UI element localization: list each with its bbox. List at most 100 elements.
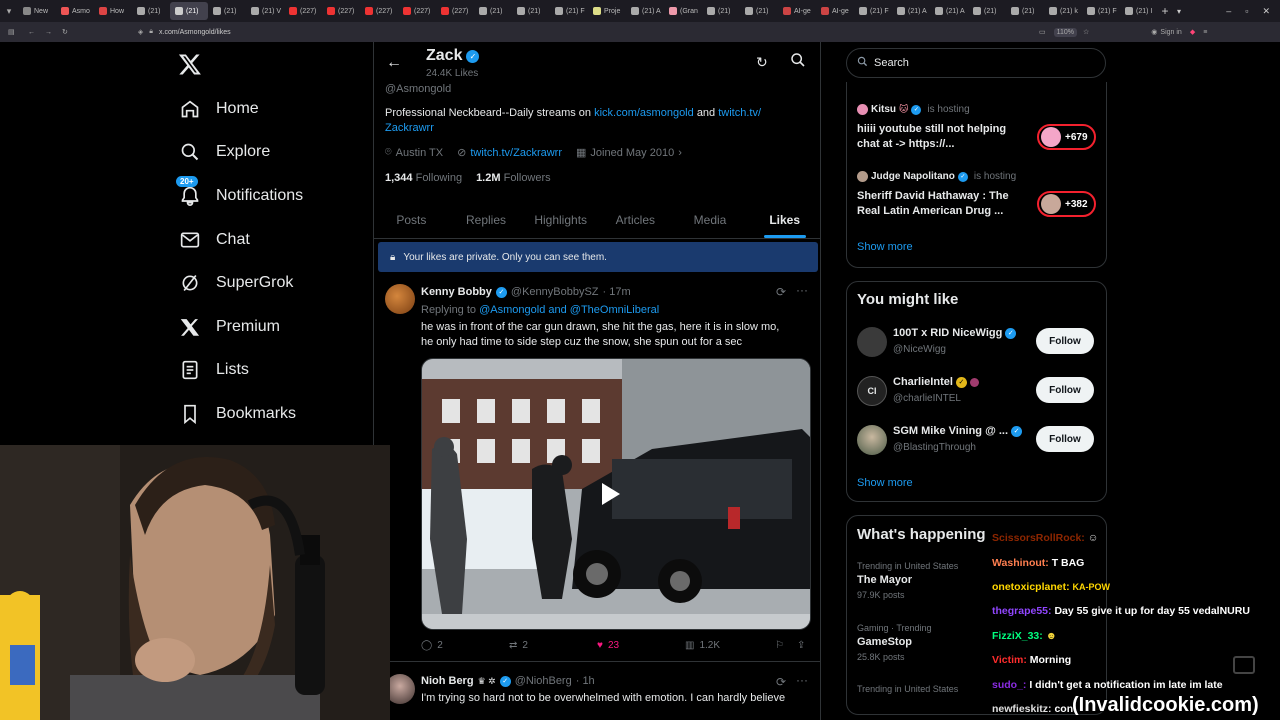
minimize-icon[interactable]: – — [1226, 6, 1231, 17]
nav-notifications[interactable]: 20+ Notifications — [176, 176, 303, 211]
url-field[interactable]: x.com/Asmongold/likes — [159, 29, 1039, 36]
browser-tab[interactable]: (21) F — [1082, 2, 1120, 20]
search-input[interactable]: Search — [846, 48, 1106, 78]
forward-icon[interactable]: → — [45, 29, 52, 36]
tweet-card[interactable]: Nioh Berg ♛ ✲ ✓ @NiohBerg · 1h ⟳ ··· I'm… — [374, 666, 820, 720]
trend-item[interactable]: Gaming · Trending GameStop 25.8K posts — [857, 623, 997, 662]
space-host-name[interactable]: Judge Napolitano — [871, 171, 955, 182]
browser-tab[interactable]: (21) I — [1120, 2, 1158, 20]
nav-premium[interactable]: Premium — [180, 312, 280, 342]
views-button[interactable]: ▥ 1.2K — [685, 640, 720, 651]
trend-item[interactable]: Trending in United States The Mayor 97.9… — [857, 561, 997, 600]
x-logo-icon[interactable] — [178, 52, 204, 78]
browser-tab[interactable]: (21) — [208, 2, 246, 20]
tweet-video[interactable] — [421, 358, 811, 630]
tweet-card[interactable]: Kenny Bobby ✓ @KennyBobbySZ · 17m ⟳ ··· … — [374, 276, 820, 662]
bookmark-star-icon[interactable]: ☆ — [1083, 28, 1089, 36]
browser-tab[interactable]: (21) k — [1044, 2, 1082, 20]
maximize-icon[interactable]: ▫ — [1245, 6, 1248, 17]
tab-replies[interactable]: Replies — [449, 202, 524, 238]
nav-bookmarks[interactable]: Bookmarks — [180, 399, 296, 429]
tweet-author-name[interactable]: Nioh Berg — [421, 675, 474, 687]
suggested-user-name[interactable]: 100T x RID NiceWigg — [893, 327, 1002, 339]
tab-highlights[interactable]: Highlights — [523, 202, 598, 238]
reply-button[interactable]: ◯ 2 — [421, 640, 443, 651]
trend-item[interactable]: Trending in United States — [857, 684, 997, 694]
close-window-icon[interactable]: ✕ — [1262, 6, 1270, 17]
browser-tab[interactable]: (21) F — [854, 2, 892, 20]
spaces-show-more[interactable]: Show more — [857, 241, 913, 253]
reader-icon[interactable]: ▭ — [1039, 28, 1046, 36]
account-icon[interactable]: ◉ — [1151, 28, 1157, 36]
suggested-user-name[interactable]: CharlieIntel — [893, 376, 953, 388]
profile-website[interactable]: twitch.tv/Zackrawrr — [470, 147, 562, 159]
following-stat[interactable]: 1,344 Following — [385, 172, 462, 184]
bookmark-tweet-icon[interactable]: ⚐ — [775, 640, 784, 651]
suggested-user-avatar[interactable] — [857, 327, 887, 357]
shield-icon[interactable]: ◈ — [138, 28, 143, 36]
browser-tab[interactable]: New — [18, 2, 56, 20]
sidebar-toggle-icon[interactable]: ▤ — [8, 28, 18, 36]
browser-tab[interactable]: (21) A — [930, 2, 968, 20]
browser-tab[interactable]: (21) — [740, 2, 778, 20]
grok-tweet-icon[interactable]: ⟳ — [776, 675, 786, 689]
who-to-follow-show-more[interactable]: Show more — [857, 477, 913, 489]
like-button[interactable]: ♥ 23 — [597, 640, 619, 651]
tweet-author-handle[interactable]: @KennyBobbySZ — [511, 286, 599, 298]
browser-tab[interactable]: (Gran — [664, 2, 702, 20]
tab-media[interactable]: Media — [673, 202, 748, 238]
chevron-right-icon[interactable]: › — [678, 147, 682, 159]
nav-chat[interactable]: Chat — [180, 225, 250, 255]
bio-link-twitch-cont[interactable]: Zackrawrr — [385, 122, 434, 134]
extension-icon[interactable]: ◆ — [1190, 28, 1195, 36]
more-icon[interactable]: ··· — [796, 283, 808, 297]
browser-tab[interactable]: (21) A — [892, 2, 930, 20]
reload-icon[interactable]: ↻ — [62, 28, 68, 36]
browser-tab[interactable]: Asmo — [56, 2, 94, 20]
back-icon[interactable]: ← — [28, 29, 35, 36]
browser-tab[interactable]: (21) — [170, 2, 208, 20]
browser-tab[interactable]: (227) — [398, 2, 436, 20]
space-host-name[interactable]: Kitsu — [871, 104, 896, 115]
space-title[interactable]: hiiii youtube still not helping chat at … — [857, 122, 1027, 152]
nav-supergrok[interactable]: SuperGrok — [180, 268, 293, 298]
replying-users[interactable]: @Asmongold and @TheOmniLiberal — [479, 304, 659, 316]
search-profile-icon[interactable] — [790, 52, 806, 73]
browser-tab[interactable]: (21) — [1006, 2, 1044, 20]
new-tab-button[interactable]: + — [1158, 4, 1172, 18]
browser-tab[interactable]: (21) — [968, 2, 1006, 20]
browser-tab[interactable]: How — [94, 2, 132, 20]
browser-tab[interactable]: AI-ge — [816, 2, 854, 20]
suggested-user-avatar[interactable]: CI — [857, 376, 887, 406]
browser-tab[interactable]: AI-ge — [778, 2, 816, 20]
nav-home[interactable]: Home — [180, 94, 259, 124]
suggested-user-avatar[interactable] — [857, 425, 887, 455]
repost-button[interactable]: ⇄ 2 — [509, 640, 528, 651]
signin-link[interactable]: Sign in — [1160, 29, 1181, 36]
browser-tab[interactable]: (21) V — [246, 2, 284, 20]
follow-button[interactable]: Follow — [1036, 426, 1094, 452]
bio-link-twitch[interactable]: twitch.tv/ — [718, 107, 761, 119]
space-listeners-pill[interactable]: +679 — [1037, 124, 1096, 150]
suggested-user-name[interactable]: SGM Mike Vining @ ... — [893, 425, 1008, 437]
browser-tab[interactable]: (227) — [284, 2, 322, 20]
tweet-time[interactable]: · 1h — [576, 675, 595, 687]
browser-tab[interactable]: (21) — [512, 2, 550, 20]
browser-tab[interactable]: (227) — [360, 2, 398, 20]
nav-explore[interactable]: Explore — [180, 137, 270, 167]
tab-overflow-icon[interactable]: ▾ — [1172, 7, 1186, 16]
tweet-avatar[interactable] — [385, 284, 415, 314]
tab-likes[interactable]: Likes — [747, 202, 820, 238]
grok-tweet-icon[interactable]: ⟳ — [776, 285, 786, 299]
browser-tab[interactable]: (21) — [474, 2, 512, 20]
refresh-icon[interactable]: ↻ — [756, 54, 768, 71]
tab-posts[interactable]: Posts — [374, 202, 449, 238]
browser-tab[interactable]: Proje — [588, 2, 626, 20]
follow-button[interactable]: Follow — [1036, 328, 1094, 354]
tab-articles[interactable]: Articles — [598, 202, 673, 238]
more-icon[interactable]: ··· — [796, 673, 808, 687]
share-icon[interactable]: ⇪ — [797, 640, 805, 651]
tweet-author-handle[interactable]: @NiohBerg — [515, 675, 572, 687]
browser-tab[interactable]: (21) A — [626, 2, 664, 20]
tweet-author-name[interactable]: Kenny Bobby — [421, 286, 492, 298]
